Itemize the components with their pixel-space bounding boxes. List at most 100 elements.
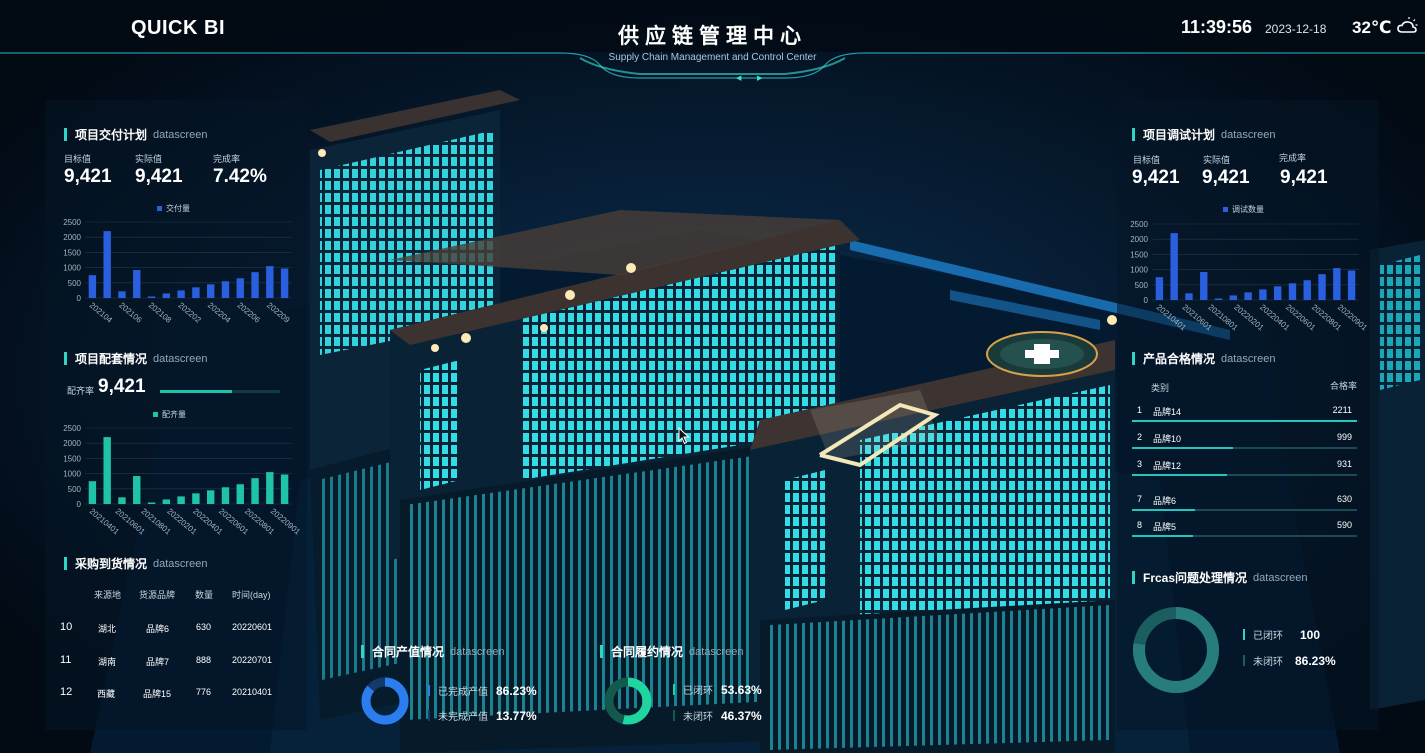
arrow-left-icon[interactable]: ◀ bbox=[736, 74, 741, 82]
contract-value-done-label: 已完成产值 86.23% bbox=[428, 683, 537, 698]
title-accent-bar bbox=[64, 352, 67, 365]
bar bbox=[1170, 233, 1178, 300]
contract-value-done-value: 86.23% bbox=[496, 683, 537, 698]
col-pass-rate: 合格率 bbox=[1330, 381, 1358, 391]
title-accent-bar bbox=[64, 128, 67, 141]
row-origin: 湖南 bbox=[98, 657, 117, 667]
rate-track bbox=[1132, 447, 1357, 449]
frcas-open-label: 未闭环 86.23% bbox=[1243, 653, 1336, 668]
kpi-rate-label: 完成率 bbox=[213, 154, 241, 164]
rank-number: 2 bbox=[1137, 432, 1143, 442]
row-index: 10 bbox=[60, 621, 73, 633]
delivery-plan-title: 项目交付计划 datascreen bbox=[64, 126, 207, 143]
rate-fill bbox=[1132, 535, 1193, 537]
legend-bar bbox=[673, 710, 675, 721]
title-accent-bar bbox=[1132, 128, 1135, 141]
kpi-target-value: 9,421 bbox=[1132, 167, 1180, 188]
x-tick-label: 202108 bbox=[147, 301, 174, 325]
y-tick-label: 2000 bbox=[1130, 235, 1148, 244]
procurement-title-text: 采购到货情况 bbox=[75, 557, 148, 571]
row-index: 12 bbox=[60, 686, 73, 698]
y-tick-label: 1500 bbox=[63, 248, 81, 257]
legend-bar bbox=[673, 684, 675, 695]
bar bbox=[103, 437, 111, 504]
bar bbox=[1185, 293, 1193, 300]
bar bbox=[280, 474, 289, 504]
col-time: 时间(day) bbox=[232, 590, 271, 600]
bar bbox=[192, 287, 200, 298]
bar bbox=[162, 499, 171, 504]
rate-track bbox=[1132, 420, 1357, 422]
bar bbox=[1288, 283, 1297, 300]
y-tick-label: 1000 bbox=[63, 470, 81, 479]
bar bbox=[206, 284, 215, 298]
bar bbox=[1333, 268, 1341, 300]
kpi-rate-label: 完成率 bbox=[1279, 153, 1307, 163]
contract-perf-closed-label: 已闭环 53.63% bbox=[673, 682, 762, 697]
bar bbox=[147, 502, 156, 504]
contract-perf-title-text: 合同履约情况 bbox=[611, 645, 684, 659]
temperature: 32℃ bbox=[1352, 18, 1392, 37]
title-accent-bar bbox=[600, 645, 603, 658]
cloud-sun-icon bbox=[1397, 17, 1418, 33]
y-tick-label: 2000 bbox=[63, 439, 81, 448]
contract-value-tag: datascreen bbox=[450, 645, 505, 658]
row-qty: 888 bbox=[196, 655, 212, 665]
pass-rate-value: 590 bbox=[1336, 520, 1352, 530]
frcas-closed-text: 已闭环 bbox=[1253, 631, 1283, 642]
kpi-rate-value: 9,421 bbox=[1280, 167, 1328, 188]
bar bbox=[206, 490, 215, 504]
kpi-actual-label: 实际值 bbox=[135, 154, 163, 164]
contract-value-donut-chart bbox=[361, 677, 409, 725]
bar bbox=[162, 293, 171, 298]
bar bbox=[251, 478, 259, 504]
y-tick-label: 1000 bbox=[1130, 266, 1148, 275]
contract-value-undone-text: 未完成产值 bbox=[438, 712, 488, 723]
brand-name: 品牌6 bbox=[1153, 496, 1177, 506]
y-tick-label: 2000 bbox=[63, 233, 81, 242]
bar bbox=[236, 278, 244, 298]
kpi-target-label: 目标值 bbox=[1133, 155, 1161, 165]
bar bbox=[147, 296, 156, 298]
rate-fill bbox=[1132, 509, 1195, 511]
col-category: 类别 bbox=[1151, 383, 1170, 393]
brand-name: 品牌12 bbox=[1153, 461, 1182, 471]
bar bbox=[280, 268, 289, 298]
contract-value-undone-value: 13.77% bbox=[496, 708, 537, 723]
quality-title-text: 产品合格情况 bbox=[1143, 352, 1216, 366]
contract-perf-title: 合同履约情况 datascreen bbox=[600, 643, 743, 660]
bar bbox=[221, 487, 230, 504]
pass-rate-value: 931 bbox=[1336, 459, 1352, 469]
bar bbox=[1303, 280, 1311, 300]
kpi-actual-value: 9,421 bbox=[1202, 167, 1250, 188]
rate-fill bbox=[1132, 447, 1234, 449]
bar bbox=[133, 270, 141, 298]
y-tick-label: 0 bbox=[77, 294, 82, 303]
title-accent-bar bbox=[1132, 571, 1135, 584]
row-brand: 品牌15 bbox=[143, 689, 172, 699]
bar bbox=[1200, 272, 1208, 300]
matching-rate-value: 9,421 bbox=[98, 376, 146, 397]
y-tick-label: 1500 bbox=[1130, 250, 1148, 259]
x-tick-label: 202104 bbox=[88, 301, 115, 325]
rate-track bbox=[1132, 535, 1357, 537]
frcas-donut-chart bbox=[1133, 607, 1219, 693]
frcas-open-text: 未闭环 bbox=[1253, 657, 1283, 668]
procurement-tag: datascreen bbox=[153, 557, 208, 570]
delivery-plan-title-text: 项目交付计划 bbox=[75, 128, 148, 142]
bar bbox=[192, 493, 200, 504]
row-index: 11 bbox=[60, 654, 72, 666]
bar bbox=[1259, 289, 1267, 300]
row-brand: 品牌7 bbox=[146, 657, 170, 667]
pass-rate-value: 630 bbox=[1336, 494, 1352, 504]
debug-plan-title: 项目调试计划 datascreen bbox=[1132, 126, 1275, 143]
bar bbox=[221, 281, 230, 298]
arrow-right-icon[interactable]: ▶ bbox=[757, 74, 762, 82]
bar bbox=[1229, 295, 1238, 300]
rank-number: 3 bbox=[1137, 459, 1143, 469]
y-tick-label: 500 bbox=[68, 279, 82, 288]
kpi-actual-value: 9,421 bbox=[135, 166, 183, 187]
y-tick-label: 500 bbox=[1135, 281, 1149, 290]
col-origin: 来源地 bbox=[94, 590, 122, 600]
title-accent-bar bbox=[1132, 352, 1135, 365]
